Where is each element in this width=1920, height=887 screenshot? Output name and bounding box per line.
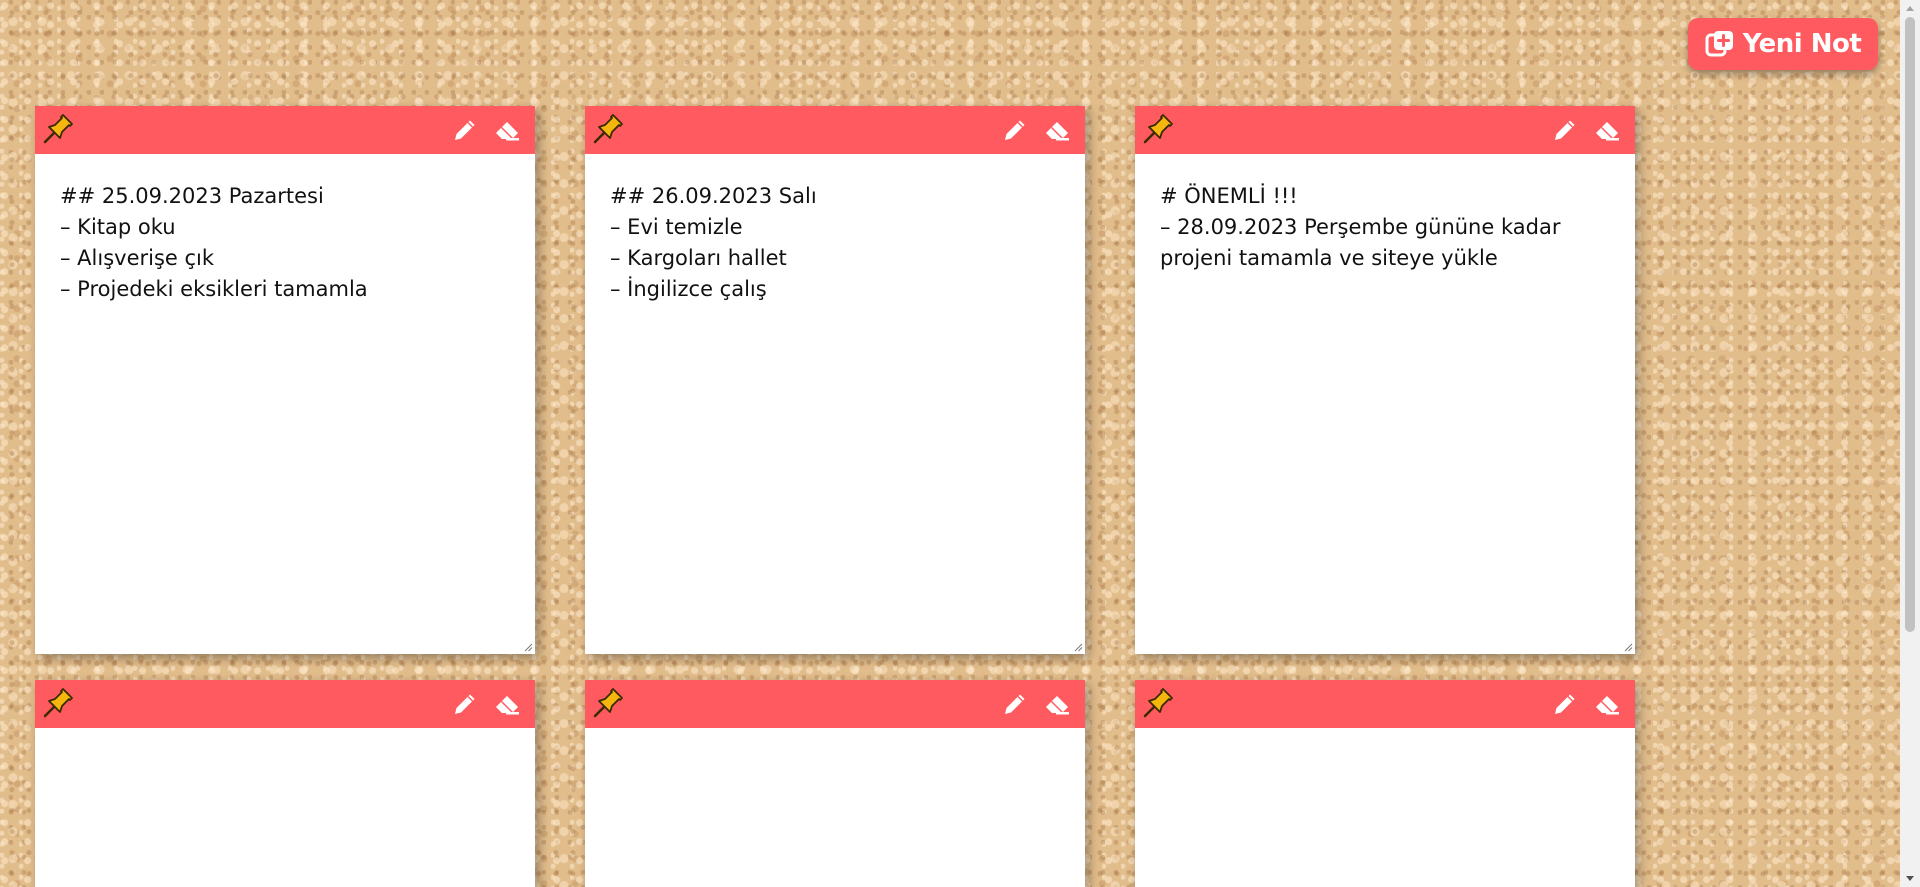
page-scrollbar[interactable] bbox=[1900, 0, 1920, 887]
square-plus-icon bbox=[1705, 31, 1733, 57]
note-textarea[interactable] bbox=[35, 728, 535, 887]
scroll-down-arrow-icon[interactable] bbox=[1900, 870, 1920, 887]
resize-grip-icon[interactable] bbox=[1073, 642, 1083, 652]
note-card-4 bbox=[35, 680, 535, 887]
eraser-icon[interactable] bbox=[1043, 116, 1071, 144]
pushpin-icon[interactable] bbox=[41, 112, 75, 146]
note-card-2: ## 26.09.2023 Salı – Evi temizle – Kargo… bbox=[585, 106, 1085, 654]
note-card-3: # ÖNEMLİ !!! – 28.09.2023 Perşembe günün… bbox=[1135, 106, 1635, 654]
note-textarea[interactable] bbox=[1135, 728, 1635, 887]
note-header bbox=[35, 106, 535, 154]
note-textarea[interactable]: ## 26.09.2023 Salı – Evi temizle – Kargo… bbox=[585, 154, 1085, 654]
note-card-1: ## 25.09.2023 Pazartesi – Kitap oku – Al… bbox=[35, 106, 535, 654]
note-header bbox=[585, 106, 1085, 154]
note-textarea[interactable]: ## 25.09.2023 Pazartesi – Kitap oku – Al… bbox=[35, 154, 535, 654]
note-textarea[interactable]: # ÖNEMLİ !!! – 28.09.2023 Perşembe günün… bbox=[1135, 154, 1635, 654]
note-header bbox=[585, 680, 1085, 728]
scroll-up-arrow-icon[interactable] bbox=[1900, 0, 1920, 17]
new-note-button[interactable]: Yeni Not bbox=[1688, 18, 1878, 70]
pencil-icon[interactable] bbox=[1001, 690, 1029, 718]
scrollbar-thumb[interactable] bbox=[1905, 17, 1915, 632]
pushpin-icon[interactable] bbox=[591, 112, 625, 146]
eraser-icon[interactable] bbox=[1043, 690, 1071, 718]
pencil-icon[interactable] bbox=[451, 116, 479, 144]
eraser-icon[interactable] bbox=[1593, 690, 1621, 718]
note-textarea[interactable] bbox=[585, 728, 1085, 887]
note-card-5 bbox=[585, 680, 1085, 887]
pencil-icon[interactable] bbox=[1001, 116, 1029, 144]
pencil-icon[interactable] bbox=[1551, 116, 1579, 144]
pushpin-icon[interactable] bbox=[1141, 686, 1175, 720]
pushpin-icon[interactable] bbox=[41, 686, 75, 720]
pushpin-icon[interactable] bbox=[591, 686, 625, 720]
resize-grip-icon[interactable] bbox=[1623, 642, 1633, 652]
pencil-icon[interactable] bbox=[451, 690, 479, 718]
cork-board: Yeni Not ## 25.09.2023 Pazartesi – Kitap… bbox=[0, 0, 1900, 887]
resize-grip-icon[interactable] bbox=[523, 642, 533, 652]
eraser-icon[interactable] bbox=[1593, 116, 1621, 144]
note-card-6 bbox=[1135, 680, 1635, 887]
eraser-icon[interactable] bbox=[493, 690, 521, 718]
eraser-icon[interactable] bbox=[493, 116, 521, 144]
note-header bbox=[35, 680, 535, 728]
note-header bbox=[1135, 680, 1635, 728]
new-note-label: Yeni Not bbox=[1742, 29, 1862, 59]
note-header bbox=[1135, 106, 1635, 154]
pencil-icon[interactable] bbox=[1551, 690, 1579, 718]
pushpin-icon[interactable] bbox=[1141, 112, 1175, 146]
